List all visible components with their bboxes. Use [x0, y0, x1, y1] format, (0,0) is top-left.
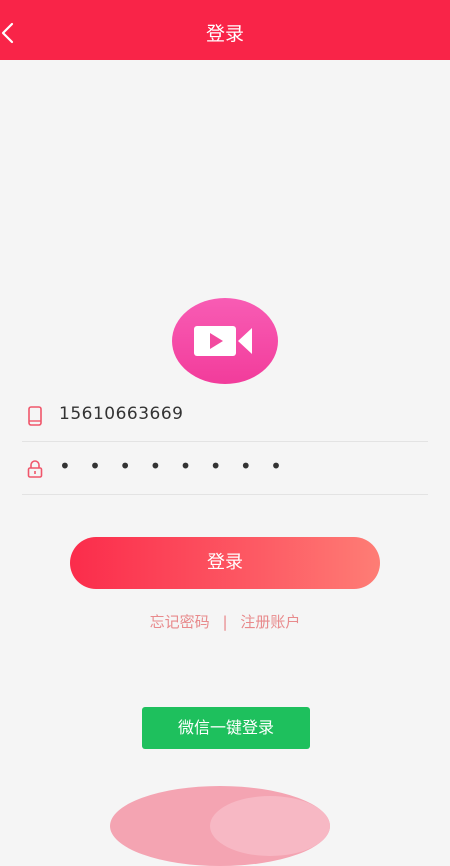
video-camera-icon — [194, 326, 252, 356]
app-header: 登录 — [0, 0, 450, 60]
forgot-password-link[interactable]: 忘记密码 — [150, 611, 210, 633]
password-input[interactable]: • • • • • • • • — [59, 452, 288, 480]
phone-input[interactable]: 15610663669 — [59, 401, 183, 427]
phone-field[interactable]: 15610663669 — [22, 389, 428, 442]
login-button[interactable]: 登录 — [70, 537, 380, 589]
password-field[interactable]: • • • • • • • • — [22, 442, 428, 495]
decorative-shape — [210, 796, 330, 856]
page-title: 登录 — [205, 23, 244, 45]
app-logo — [172, 298, 278, 384]
account-links: 忘记密码 | 注册账户 — [0, 611, 450, 633]
wechat-login-button[interactable]: 微信一键登录 — [142, 707, 310, 749]
lock-icon — [27, 460, 43, 478]
link-separator: | — [222, 613, 228, 631]
register-link[interactable]: 注册账户 — [240, 611, 300, 633]
phone-icon — [28, 406, 42, 426]
